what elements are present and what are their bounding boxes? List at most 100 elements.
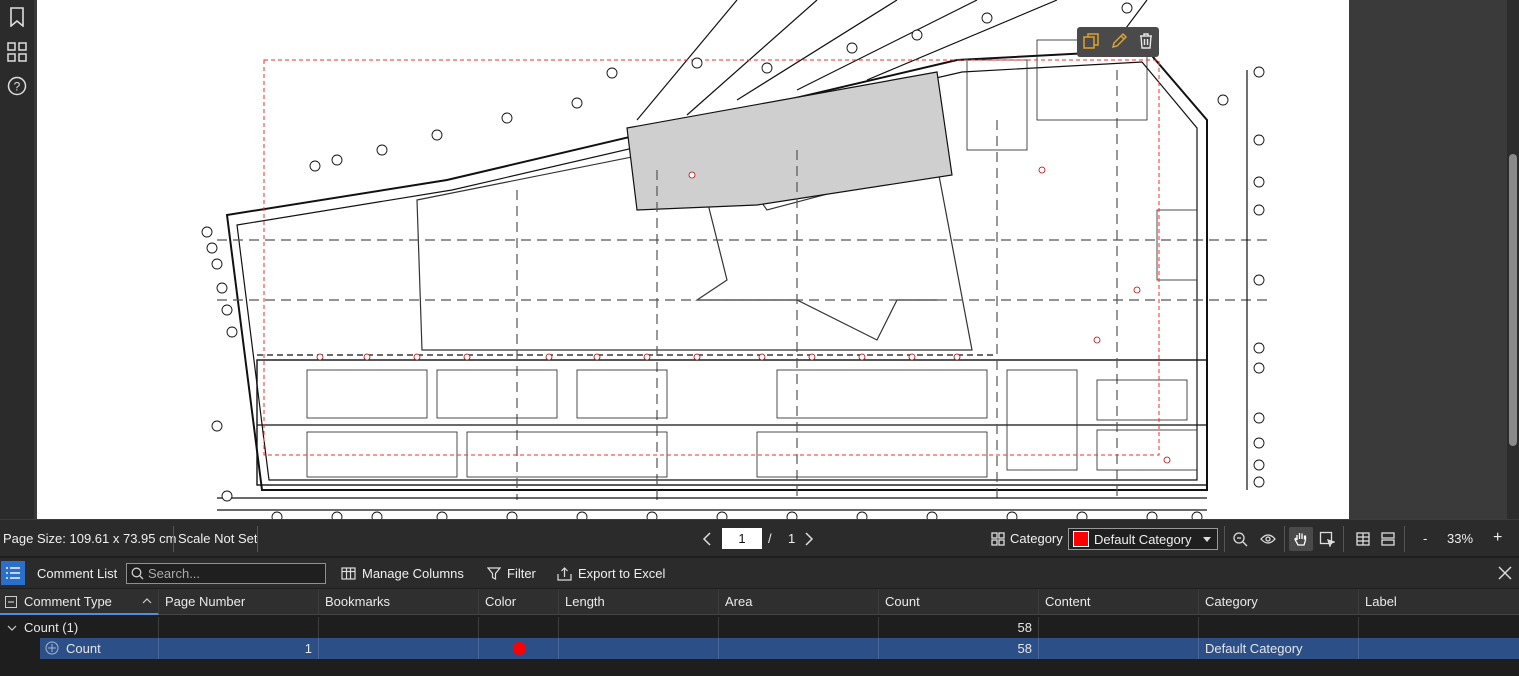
col-area[interactable]: Area xyxy=(719,589,879,615)
export-label: Export to Excel xyxy=(578,566,666,581)
comment-list-title: Comment List xyxy=(37,566,118,581)
edit-pencil-icon[interactable] xyxy=(1110,32,1128,53)
divider xyxy=(257,526,258,552)
svg-text:?: ? xyxy=(14,80,21,94)
page-size-readout: Page Size: 109.61 x 73.95 cm xyxy=(3,531,177,546)
status-bar: Page Size: 109.61 x 73.95 cm Scale Not S… xyxy=(0,519,1519,556)
col-color[interactable]: Color xyxy=(479,589,559,615)
search-icon xyxy=(131,567,144,580)
collapse-all-icon[interactable] xyxy=(5,596,17,608)
col-page-number[interactable]: Page Number xyxy=(159,589,319,615)
table-cell xyxy=(319,617,479,638)
continuous-view-icon[interactable] xyxy=(1376,527,1400,551)
manage-columns-label: Manage Columns xyxy=(362,566,464,581)
count-marker-icon xyxy=(45,641,59,655)
vertical-scrollbar[interactable] xyxy=(1507,0,1519,519)
eye-icon[interactable] xyxy=(1256,527,1280,551)
row-area-cell xyxy=(719,638,879,659)
col-comment-type[interactable]: Comment Type xyxy=(0,589,159,615)
floor-plan-drawing xyxy=(201,0,1267,519)
table-cell xyxy=(1039,617,1199,638)
row-category-cell: Default Category xyxy=(1199,638,1359,659)
row-count-cell: 58 xyxy=(879,638,1039,659)
col-content[interactable]: Content xyxy=(1039,589,1199,615)
divider xyxy=(1284,526,1285,552)
row-length-cell xyxy=(559,638,719,659)
help-icon[interactable]: ? xyxy=(5,74,29,98)
comment-search[interactable] xyxy=(126,563,326,584)
category-dropdown-value: Default Category xyxy=(1094,531,1192,547)
col-count[interactable]: Count xyxy=(879,589,1039,615)
hand-pan-icon[interactable] xyxy=(1289,527,1313,551)
table-header: Comment Type Page Number Bookmarks Color… xyxy=(0,589,1519,615)
scale-readout[interactable]: Scale Not Set xyxy=(178,531,258,546)
row-indent xyxy=(0,638,40,659)
export-icon xyxy=(557,566,572,581)
delete-trash-icon[interactable] xyxy=(1138,32,1154,53)
page-total: 1 xyxy=(788,531,796,546)
scrollbar-thumb[interactable] xyxy=(1509,154,1517,446)
filter-button[interactable]: Filter xyxy=(487,564,536,583)
divider xyxy=(1404,526,1405,552)
zoom-in-button[interactable]: + xyxy=(1493,529,1502,547)
row-bookmark-cell xyxy=(319,638,479,659)
page-number-input[interactable] xyxy=(722,528,762,549)
divider xyxy=(1224,526,1225,552)
row-type-cell[interactable]: Count xyxy=(40,638,159,659)
comment-list-icon[interactable] xyxy=(1,561,25,585)
col-label-header[interactable]: Label xyxy=(1359,589,1519,615)
page-separator: / xyxy=(768,531,772,546)
close-icon[interactable] xyxy=(1493,561,1517,585)
table-row[interactable]: Count 1 58 Default Category xyxy=(0,638,1519,659)
chevron-down-icon xyxy=(1203,537,1211,542)
table-cell xyxy=(1359,617,1519,638)
next-page-icon[interactable] xyxy=(797,527,821,551)
table-cell xyxy=(159,617,319,638)
row-page-cell: 1 xyxy=(159,638,319,659)
divider xyxy=(173,526,174,552)
filter-icon xyxy=(487,567,501,580)
left-sidebar: ? xyxy=(0,0,34,519)
zoom-level[interactable]: 33% xyxy=(1447,531,1473,546)
sort-ascending-icon xyxy=(142,598,152,604)
annotation-floating-toolbar xyxy=(1077,27,1159,57)
col-length[interactable]: Length xyxy=(559,589,719,615)
columns-icon xyxy=(341,567,356,580)
col-bookmarks[interactable]: Bookmarks xyxy=(319,589,479,615)
divider xyxy=(1343,526,1344,552)
col-label: Comment Type xyxy=(24,594,112,609)
group-count-cell: 58 xyxy=(879,617,1039,638)
comment-panel-toolbar: Comment List Manage Columns Filter Expor… xyxy=(0,558,1519,588)
bookmark-icon[interactable] xyxy=(5,5,29,29)
table-cell xyxy=(719,617,879,638)
select-tool-icon[interactable] xyxy=(1315,527,1339,551)
zoom-area-icon[interactable] xyxy=(1228,527,1252,551)
single-page-view-icon[interactable] xyxy=(1351,527,1375,551)
table-cell xyxy=(559,617,719,638)
app-window: ? Page Size: 109.61 x 73.95 cm Scale Not… xyxy=(0,0,1519,676)
thumbnails-icon[interactable] xyxy=(5,40,29,64)
table-cell xyxy=(479,617,559,638)
category-grid-icon[interactable] xyxy=(986,527,1010,551)
document-viewer[interactable] xyxy=(34,0,1519,519)
row-label-cell xyxy=(1359,638,1519,659)
export-excel-button[interactable]: Export to Excel xyxy=(557,564,665,583)
category-color-swatch xyxy=(1073,531,1089,547)
table-cell xyxy=(1199,617,1359,638)
comment-table: Comment Type Page Number Bookmarks Color… xyxy=(0,589,1519,676)
search-input[interactable] xyxy=(148,566,318,581)
group-row[interactable]: Count (1) 58 xyxy=(0,617,1519,638)
color-dot xyxy=(513,642,526,655)
copy-icon[interactable] xyxy=(1082,32,1100,53)
filter-label: Filter xyxy=(507,566,536,581)
zoom-out-button[interactable]: - xyxy=(1423,531,1427,546)
chevron-down-icon[interactable] xyxy=(7,625,17,631)
prev-page-icon[interactable] xyxy=(695,527,719,551)
col-category[interactable]: Category xyxy=(1199,589,1359,615)
manage-columns-button[interactable]: Manage Columns xyxy=(341,564,464,583)
group-title-cell[interactable]: Count (1) xyxy=(0,617,159,638)
row-color-cell xyxy=(479,638,559,659)
drawing-page[interactable] xyxy=(37,0,1349,519)
row-type-label: Count xyxy=(66,641,101,656)
category-dropdown[interactable]: Default Category xyxy=(1068,528,1218,550)
